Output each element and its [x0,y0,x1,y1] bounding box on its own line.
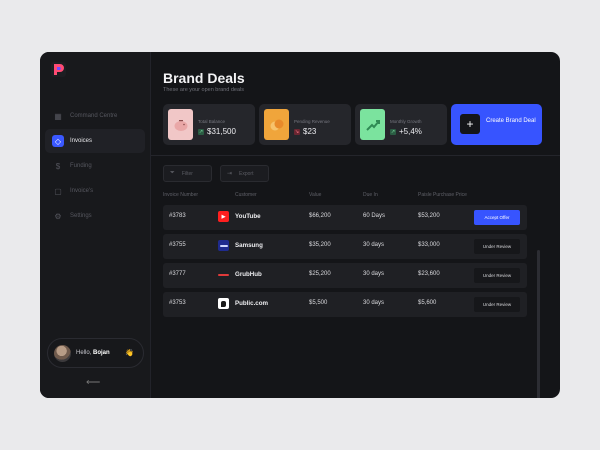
stat-label: Pending Revenue [294,119,330,124]
piggy-bank-icon [168,109,193,140]
user-greeting: Hello, Bojan [76,350,110,356]
export-label: Export [239,170,254,177]
user-card[interactable]: Hello, Bojan 👋 [47,338,144,368]
plus-icon: + [460,114,480,134]
under-review-status[interactable]: Under Review [474,239,520,254]
filter-icon: ⏷ [170,170,175,176]
youtube-icon: ▶ [218,211,229,222]
main-content: Brand Deals These are your open brand de… [151,52,560,398]
customer-name: Samsung [235,242,263,249]
deal-value: $25,200 [309,271,331,277]
app-window: ▦ Command Centre ◇ Invoices $ Funding ▢ … [40,52,560,398]
deals-table: #3783 ▶ YouTube $66,200 60 Days $53,200 … [163,205,527,321]
deal-value: $35,200 [309,242,331,248]
deal-value: $5,500 [309,300,328,306]
table-row[interactable]: #3755 Samsung $35,200 30 days $33,000 Un… [163,234,527,259]
create-brand-deal-button[interactable]: + Create Brand Deal [451,104,542,145]
table-row[interactable]: #3753 Public.com $5,500 30 days $5,600 U… [163,292,527,317]
purchase-price: $23,600 [418,271,440,277]
filter-label: Filter [181,170,193,177]
user-name: Bojan [93,350,110,356]
grid-icon: ▦ [54,111,62,121]
trend-up-icon: ↗ [390,128,396,135]
customer-name: GrubHub [235,271,262,278]
stat-label: Total Balance [198,119,226,124]
grubhub-icon [218,269,229,280]
column-header: Due In [363,192,378,198]
sidebar-item-label: Invoices [70,138,93,144]
customer-name: Public.com [235,300,269,307]
sidebar-item-label: Settings [70,213,92,219]
invoice-number: #3777 [169,271,186,277]
public-icon [218,298,229,309]
customer-name: YouTube [235,213,261,220]
stat-value: ↗ $31,500 [198,127,236,136]
sidebar-nav: ▦ Command Centre ◇ Invoices $ Funding ▢ … [45,104,145,229]
bag-icon: ▢ [54,186,62,196]
wave-icon: 👋 [125,350,134,357]
stat-card-pending-revenue: Pending Revenue ↘ $23 [259,104,351,145]
invoice-number: #3753 [169,300,186,306]
column-header: Invoice Number [163,192,199,198]
deal-value: $66,200 [309,213,331,219]
samsung-icon [218,240,229,251]
under-review-status[interactable]: Under Review [474,297,520,312]
column-header: Paisle Purchase Price [418,192,467,198]
collapse-sidebar-icon[interactable]: ⟵ [86,378,100,388]
coins-icon [264,109,289,140]
app-logo [51,62,66,77]
customer: GrubHub [218,269,262,280]
trend-down-icon: ↘ [294,128,300,135]
filter-button[interactable]: ⏷ Filter [163,165,212,182]
customer: Public.com [218,298,268,309]
page-title: Brand Deals [163,70,245,86]
invoice-number: #3783 [169,213,186,219]
sidebar-item-label: Command Centre [70,113,118,119]
due-in: 60 Days [363,213,386,219]
under-review-status[interactable]: Under Review [474,268,520,283]
sidebar-item-invoices-alt[interactable]: ▢ Invoice's [45,179,145,203]
stat-value: ↘ $23 [294,127,317,136]
customer: ▶ YouTube [218,211,261,222]
invoice-number: #3755 [169,242,186,248]
stat-card-total-balance: Total Balance ↗ $31,500 [163,104,255,145]
due-in: 30 days [363,300,385,306]
due-in: 30 days [363,271,385,277]
create-brand-deal-label: Create Brand Deal [486,118,536,124]
sidebar-item-label: Invoice's [70,188,94,194]
table-toolbar: ⏷ Filter ⇥ Export [163,165,269,182]
table-header: Invoice Number Customer Value Due In Pai… [163,192,527,200]
stat-value: ↗ +5,4% [390,127,422,136]
export-button[interactable]: ⇥ Export [220,165,269,182]
column-header: Customer [235,192,257,198]
page-subtitle: These are your open brand deals [163,87,245,93]
accept-offer-button[interactable]: Accept Offer [474,210,520,225]
divider [151,155,560,156]
tag-icon: ◇ [52,135,64,147]
scrollbar[interactable] [537,250,540,398]
sidebar-item-funding[interactable]: $ Funding [45,154,145,178]
sidebar-item-settings[interactable]: ⚙ Settings [45,204,145,228]
dollar-icon: $ [55,161,61,171]
avatar [54,344,71,362]
sidebar: ▦ Command Centre ◇ Invoices $ Funding ▢ … [40,52,151,398]
gear-icon: ⚙ [54,211,62,221]
sidebar-item-invoices[interactable]: ◇ Invoices [45,129,145,153]
sidebar-item-command-centre[interactable]: ▦ Command Centre [45,104,145,128]
column-header: Value [309,192,322,198]
trend-up-icon: ↗ [198,128,204,135]
purchase-price: $5,600 [418,300,437,306]
stat-card-monthly-growth: Monthly Growth ↗ +5,4% [355,104,447,145]
sidebar-item-label: Funding [70,163,92,169]
growth-arrow-icon [360,109,385,140]
purchase-price: $53,200 [418,213,440,219]
purchase-price: $33,000 [418,242,440,248]
due-in: 30 days [363,242,385,248]
customer: Samsung [218,240,263,251]
table-row[interactable]: #3777 GrubHub $25,200 30 days $23,600 Un… [163,263,527,288]
stat-label: Monthly Growth [390,119,422,124]
export-icon: ⇥ [227,171,233,177]
table-row[interactable]: #3783 ▶ YouTube $66,200 60 Days $53,200 … [163,205,527,230]
stats-row: Total Balance ↗ $31,500 Pending Revenue ↘… [163,104,542,145]
